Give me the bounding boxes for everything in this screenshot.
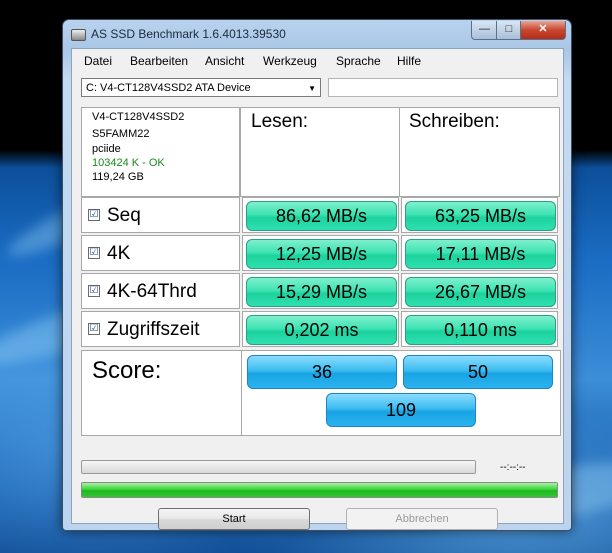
test-progress-bar (81, 460, 476, 474)
4k-64thrd-write-value: 26,67 MB/s (405, 277, 556, 307)
4k-64thrd-read-cell: 15,29 MB/s (242, 273, 399, 309)
drive-model: V4-CT128V4SSD2 (92, 111, 185, 123)
overall-progress-fill (82, 483, 557, 497)
menu-bar: Datei Bearbeiten Ansicht Werkzeug Sprach… (72, 49, 563, 69)
drive-firmware: S5FAMM22 (92, 128, 150, 140)
abort-button[interactable]: Abbrechen (346, 508, 498, 530)
4k-write-cell: 17,11 MB/s (401, 235, 558, 271)
maximize-icon[interactable]: □ (496, 21, 522, 40)
write-header-panel: Schreiben: (399, 107, 560, 197)
4k-write-value: 17,11 MB/s (405, 239, 556, 269)
4k-64thrd-write-cell: 26,67 MB/s (401, 273, 558, 309)
menu-sprache[interactable]: Sprache (336, 54, 381, 68)
seq-read-value: 86,62 MB/s (246, 201, 397, 231)
score-label: Score: (92, 357, 162, 384)
row-label: Zugriffszeit (107, 319, 200, 340)
chevron-down-icon[interactable]: ▼ (308, 79, 316, 98)
title-bar[interactable]: AS SSD Benchmark 1.6.4013.39530 — □ ✕ (63, 20, 571, 48)
score-label-box: Score: (82, 351, 242, 435)
score-write: 50 (403, 355, 553, 389)
device-select-value: C: V4-CT128V4SSD2 ATA Device (86, 82, 251, 94)
seq-checkbox[interactable]: ☑ (88, 209, 100, 221)
4k-read-value: 12,25 MB/s (246, 239, 397, 269)
menu-ansicht[interactable]: Ansicht (205, 54, 244, 68)
row-label: 4K-64Thrd (107, 281, 197, 302)
access-time-checkbox[interactable]: ☑ (88, 323, 100, 335)
4k-checkbox[interactable]: ☑ (88, 247, 100, 259)
elapsed-time: --:--:-- (500, 462, 526, 473)
menu-bearbeiten[interactable]: Bearbeiten (130, 54, 188, 68)
menu-datei[interactable]: Datei (84, 54, 112, 68)
access-time-write-value: 0,110 ms (405, 315, 556, 345)
device-select[interactable]: C: V4-CT128V4SSD2 ATA Device ▼ (81, 78, 321, 97)
seq-read-cell: 86,62 MB/s (242, 197, 399, 233)
window-client-area: Datei Bearbeiten Ansicht Werkzeug Sprach… (71, 48, 564, 530)
row-4k-64thrd: ☑ 4K-64Thrd (81, 273, 240, 309)
status-field (328, 78, 558, 97)
app-icon (71, 29, 86, 41)
score-total: 109 (326, 393, 476, 427)
write-column-header: Schreiben: (409, 111, 500, 132)
score-panel: Score: 36 50 109 (81, 350, 561, 436)
access-time-read-value: 0,202 ms (246, 315, 397, 345)
drive-driver: pciide (92, 143, 121, 155)
row-4k: ☑ 4K (81, 235, 240, 271)
row-seq: ☑ Seq (81, 197, 240, 233)
drive-info-panel: V4-CT128V4SSD2 S5FAMM22 pciide 103424 K … (81, 107, 240, 197)
4k-64thrd-read-value: 15,29 MB/s (246, 277, 397, 307)
menu-werkzeug[interactable]: Werkzeug (263, 54, 317, 68)
benchmark-window: AS SSD Benchmark 1.6.4013.39530 — □ ✕ Da… (62, 19, 572, 531)
minimize-icon[interactable]: — (471, 21, 498, 40)
menu-hilfe[interactable]: Hilfe (397, 54, 421, 68)
access-time-read-cell: 0,202 ms (242, 311, 399, 347)
read-column-header: Lesen: (251, 111, 309, 132)
seq-write-cell: 63,25 MB/s (401, 197, 558, 233)
4k-64thrd-checkbox[interactable]: ☑ (88, 285, 100, 297)
drive-size: 119,24 GB (92, 171, 144, 183)
row-access-time: ☑ Zugriffszeit (81, 311, 240, 347)
score-read: 36 (247, 355, 397, 389)
window-title: AS SSD Benchmark 1.6.4013.39530 (91, 27, 286, 41)
4k-read-cell: 12,25 MB/s (242, 235, 399, 271)
row-label: Seq (107, 205, 141, 226)
read-header-panel: Lesen: (240, 107, 400, 197)
start-button[interactable]: Start (158, 508, 310, 530)
close-icon[interactable]: ✕ (520, 21, 566, 40)
drive-alignment: 103424 K - OK (92, 157, 165, 169)
access-time-write-cell: 0,110 ms (401, 311, 558, 347)
overall-progress-bar (81, 482, 558, 498)
seq-write-value: 63,25 MB/s (405, 201, 556, 231)
row-label: 4K (107, 243, 131, 264)
